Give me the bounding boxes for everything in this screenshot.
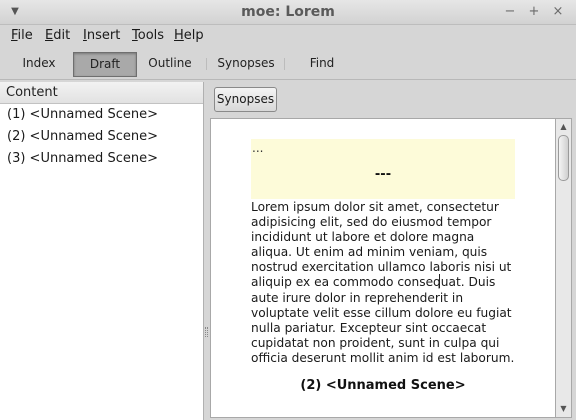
tab-draft[interactable]: Draft: [73, 52, 137, 77]
window-title: moe: Lorem: [241, 4, 335, 20]
scroll-up-icon[interactable]: ▲: [556, 121, 571, 133]
tab-outline[interactable]: Outline: [138, 52, 202, 77]
menu-bar: File Edit Insert Tools Help: [0, 25, 576, 47]
sidebar-item-scene-1[interactable]: (1) <Unnamed Scene>: [0, 104, 203, 126]
text-caret: [439, 274, 440, 288]
synopses-toggle-button[interactable]: Synopses: [214, 87, 277, 112]
splitter-grip-icon: [205, 327, 208, 337]
tab-find[interactable]: Find: [288, 52, 356, 77]
tab-separator: [284, 58, 285, 70]
maximize-icon[interactable]: +: [526, 4, 542, 20]
editor-toolbar: Synopses: [210, 82, 576, 118]
menu-tools[interactable]: Tools: [132, 28, 164, 43]
editor-scrollbar[interactable]: ▲ ▼: [556, 118, 572, 418]
view-tabbar: Index Draft Outline Synopses Find: [0, 48, 576, 80]
menu-insert[interactable]: Insert: [83, 28, 120, 43]
scene-synopsis-box[interactable]: ... ---: [251, 139, 515, 199]
close-icon[interactable]: ×: [550, 4, 566, 20]
sidebar-item-scene-3[interactable]: (3) <Unnamed Scene>: [0, 148, 203, 170]
tab-separator: [206, 58, 207, 70]
scene-separator: ---: [374, 167, 392, 182]
scrollbar-thumb[interactable]: [558, 135, 569, 181]
synopsis-placeholder: ...: [252, 141, 264, 155]
menu-edit[interactable]: Edit: [45, 28, 70, 43]
sidebar-item-scene-2[interactable]: (2) <Unnamed Scene>: [0, 126, 203, 148]
sidebar-header[interactable]: Content: [0, 82, 203, 104]
window-titlebar: ▼ moe: Lorem − + ×: [0, 0, 576, 25]
scene-heading: (2) <Unnamed Scene>: [300, 378, 466, 393]
draft-editor[interactable]: ... --- Lorem ipsum dolor sit amet, cons…: [210, 118, 556, 418]
scroll-down-icon[interactable]: ▼: [556, 403, 571, 415]
content-sidebar: Content (1) <Unnamed Scene> (2) <Unnamed…: [0, 82, 204, 420]
scene-body-text[interactable]: Lorem ipsum dolor sit amet, consectetur …: [251, 200, 519, 366]
tab-index[interactable]: Index: [8, 52, 70, 77]
menu-file[interactable]: File: [11, 28, 33, 43]
minimize-icon[interactable]: −: [502, 4, 518, 20]
tab-synopses[interactable]: Synopses: [209, 52, 283, 77]
menu-help[interactable]: Help: [174, 28, 204, 43]
